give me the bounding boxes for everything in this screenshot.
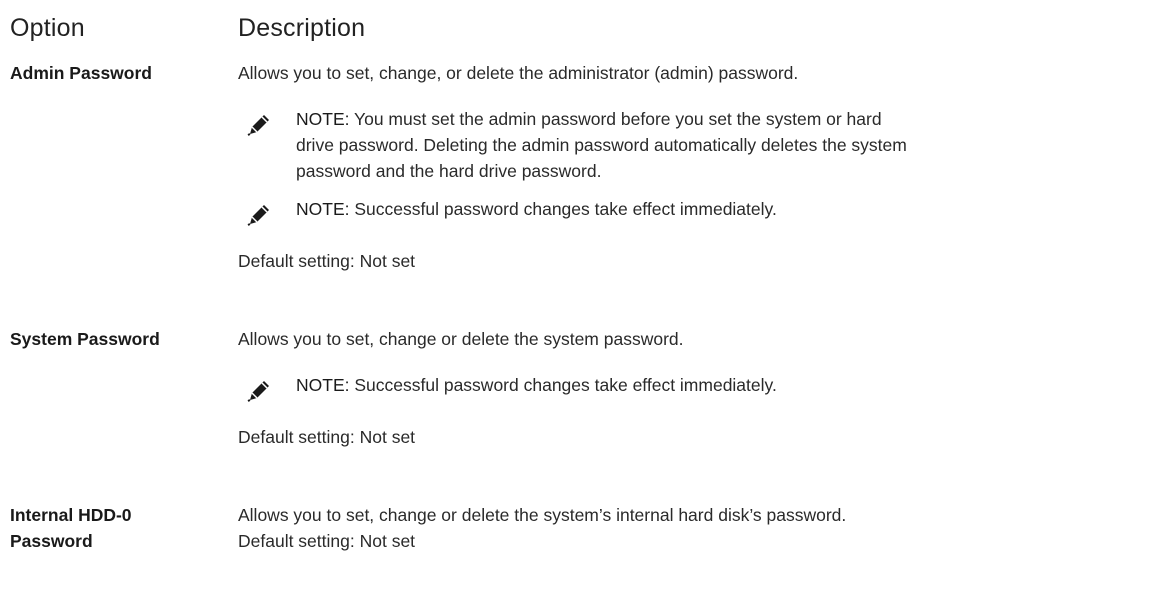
- column-header-description: Description: [238, 14, 366, 42]
- description-admin-password: Allows you to set, change, or delete the…: [238, 63, 799, 83]
- option-line: Password: [10, 531, 93, 551]
- option-admin-password: Admin Password: [10, 63, 152, 83]
- column-header-option: Option: [10, 14, 85, 42]
- pencil-note-icon: [247, 378, 273, 402]
- note-text: Successful password changes take effect …: [354, 199, 777, 219]
- note-label: NOTE:: [296, 199, 350, 219]
- description-system-password: Allows you to set, change or delete the …: [238, 329, 684, 349]
- default-internal-hdd-password: Default setting: Not set: [238, 531, 416, 551]
- note-line: NOTE: Successful password changes take e…: [296, 372, 1166, 398]
- bios-options-table: Option Description Admin Password Allows…: [0, 0, 1169, 591]
- note-line: password and the hard drive password.: [296, 161, 602, 181]
- note-text: You must set the admin password before y…: [354, 109, 882, 129]
- note-label: NOTE:: [296, 109, 350, 129]
- default-admin-password: Default setting: Not set: [238, 251, 416, 271]
- note-line: drive password. Deleting the admin passw…: [296, 135, 907, 155]
- description-internal-hdd-password: Allows you to set, change or delete the …: [238, 505, 847, 525]
- note-admin-order: NOTE: You must set the admin password be…: [296, 106, 1166, 184]
- option-line: Internal HDD-0: [10, 505, 132, 525]
- option-internal-hdd-password: Internal HDD-0 Password: [10, 502, 225, 554]
- default-system-password: Default setting: Not set: [238, 427, 416, 447]
- note-line: NOTE: You must set the admin password be…: [296, 106, 1166, 132]
- note-text: Successful password changes take effect …: [354, 375, 777, 395]
- option-system-password: System Password: [10, 329, 160, 349]
- pencil-note-icon: [247, 202, 273, 226]
- note-system-effect: NOTE: Successful password changes take e…: [296, 372, 1166, 398]
- note-line: NOTE: Successful password changes take e…: [296, 196, 1166, 222]
- note-admin-effect: NOTE: Successful password changes take e…: [296, 196, 1166, 222]
- note-label: NOTE:: [296, 375, 350, 395]
- pencil-note-icon: [247, 112, 273, 136]
